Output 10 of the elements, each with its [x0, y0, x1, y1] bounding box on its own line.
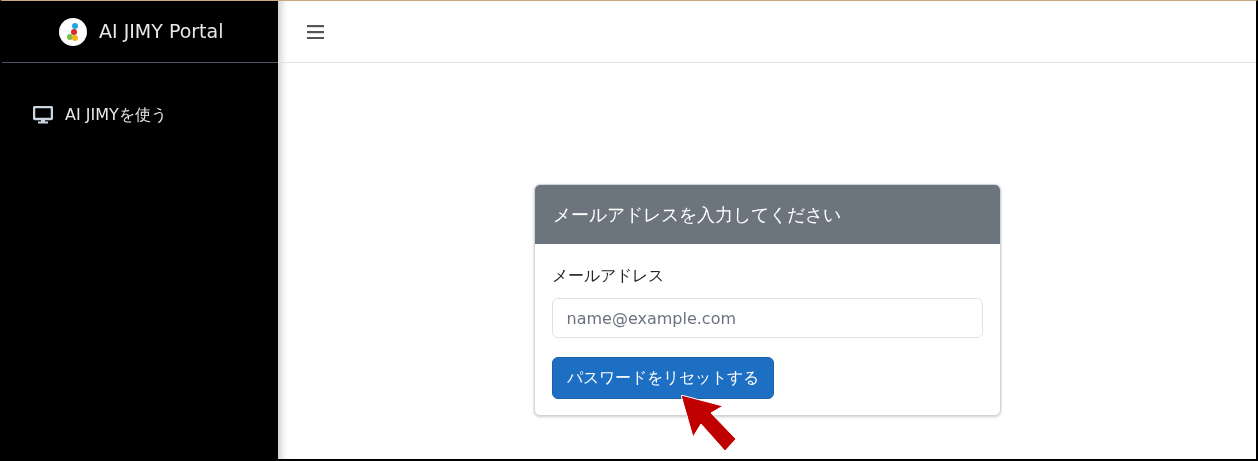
brand-name: AI JIMY Portal — [99, 19, 224, 45]
field-label: メールアドレス — [551, 265, 665, 287]
logo-icon — [59, 17, 87, 46]
card-title: メールアドレスを入力してください — [552, 203, 841, 227]
menu-button[interactable] — [307, 24, 324, 39]
sidebar-item[interactable]: AI JIMYを使う — [33, 103, 278, 127]
menu-icon — [307, 24, 324, 39]
reset-button[interactable]: パスワードをリセットする — [551, 357, 774, 399]
monitor-icon — [33, 106, 53, 124]
email-field[interactable]: name@example.com — [551, 298, 983, 338]
